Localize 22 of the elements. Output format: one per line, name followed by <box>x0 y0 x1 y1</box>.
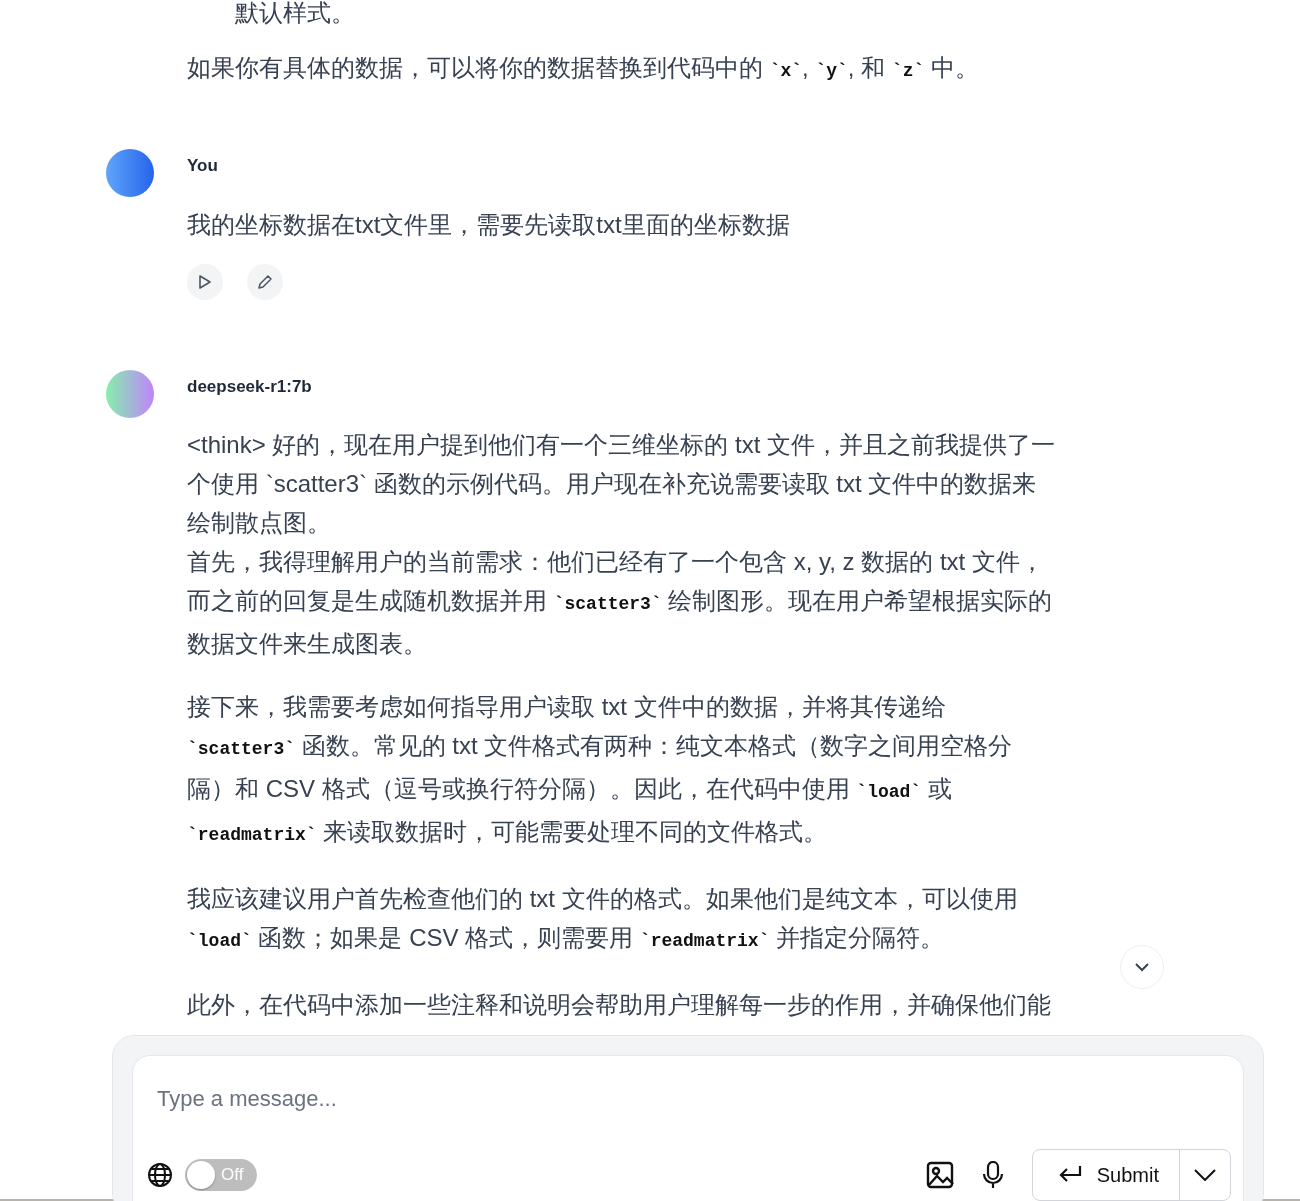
avatar <box>106 149 154 197</box>
chevron-down-icon <box>1194 1169 1216 1181</box>
image-button[interactable] <box>925 1161 954 1189</box>
chevron-down-icon <box>1134 962 1150 972</box>
message-text: 如果你有具体的数据，可以将你的数据替换到代码中的 `x`, `y`, 和 `z` 中。 <box>187 53 980 83</box>
microphone-icon <box>981 1161 1004 1189</box>
message-text: 我的坐标数据在txt文件里，需要先读取txt里面的坐标数据 <box>187 209 791 240</box>
avatar <box>106 369 154 418</box>
message-text: 默认样式。 <box>234 0 356 26</box>
play-button[interactable] <box>187 263 223 300</box>
microphone-button[interactable] <box>981 1161 1004 1189</box>
message-text: <think> 好的，现在用户提到他们有一个三维坐标的 txt 文件，并且之前我提供了一个使用 `scatter3` 函数的示例代码。用户现在补充说需要读取 txt 文件中的数据来绘制散点图。 首先，我得理解用户的当前需求：他们已经有了一个包含 x, y, z 数据的 txt 文件，而之前的回复是生成随机数据并用 `scatter3` 绘制图形。现在用户希望根据实际的数据文件来生成图表。 <box>187 430 1057 659</box>
message-text: 接下来，我需要考虑如何指导用户读取 txt 文件中的数据，并将其传递给 `scatter3` 函数。常见的 txt 文件格式有两种：纯文本格式（数字之间用空格分隔）和 CSV 格式（逗号或换行符分隔）。因此，在代码中使用 `load` 或 `readmatrix` 来读取数据时，可能需要处理不同的文件格式。 <box>187 692 1014 847</box>
play-icon <box>199 274 211 289</box>
pencil-icon <box>257 273 273 290</box>
image-icon <box>925 1161 954 1189</box>
author-name: You <box>187 155 219 177</box>
message-text: 我应该建议用户首先检查他们的 txt 文件的格式。如果他们是纯文本，可以使用 `load` 函数；如果是 CSV 格式，则需要用 `readmatrix` 并指定分隔符。 <box>187 884 1019 953</box>
edit-button[interactable] <box>247 263 283 300</box>
globe-icon[interactable] <box>147 1162 173 1188</box>
message-text: 此外，在代码中添加一些注释和说明会帮助用户理解每一步的作用，并确保他们能 <box>187 990 1052 1020</box>
author-name: deepseek-r1:7b <box>187 375 313 398</box>
